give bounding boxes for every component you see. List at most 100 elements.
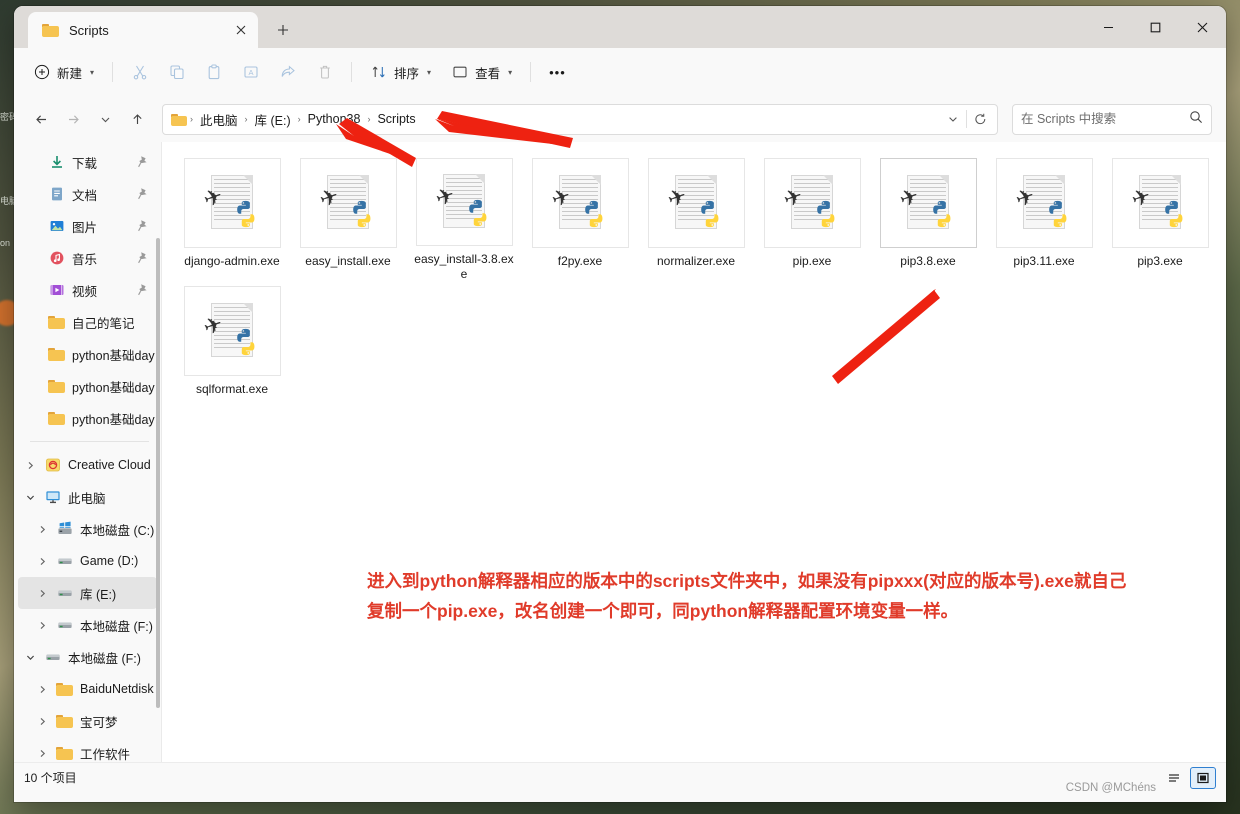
- view-button[interactable]: 查看 ▾: [442, 56, 521, 88]
- sort-button[interactable]: 排序 ▾: [361, 56, 440, 88]
- sidebar-tree-item[interactable]: 库 (E:): [18, 577, 157, 609]
- file-name: pip3.11.exe: [992, 254, 1096, 269]
- sidebar-item-label: 音乐: [72, 249, 97, 268]
- paste-button[interactable]: [196, 56, 231, 88]
- delete-icon: [316, 64, 333, 81]
- cut-button[interactable]: [122, 56, 157, 88]
- sidebar-quick-item[interactable]: 音乐: [18, 242, 157, 274]
- sidebar-scrollbar[interactable]: [156, 238, 160, 708]
- sidebar-item-label: python基础day: [72, 345, 155, 364]
- new-tab-button[interactable]: [268, 15, 298, 45]
- file-item[interactable]: ✈pip3.11.exe: [986, 154, 1102, 282]
- sidebar-quick-item[interactable]: 下载: [18, 146, 157, 178]
- file-name: pip.exe: [760, 254, 864, 269]
- breadcrumb-item-2[interactable]: Python38: [302, 109, 367, 129]
- search-input[interactable]: [1021, 112, 1189, 126]
- sidebar-tree-item[interactable]: 此电脑: [18, 481, 157, 513]
- breadcrumb-item-1[interactable]: 库 (E:): [249, 107, 297, 132]
- breadcrumb-dropdown-icon[interactable]: [940, 106, 966, 133]
- expander-icon[interactable]: [36, 525, 49, 534]
- python-exe-icon: ✈: [781, 173, 843, 233]
- pin-icon[interactable]: [137, 155, 149, 168]
- expander-icon[interactable]: [36, 589, 49, 598]
- sidebar-item-label: 库 (E:): [80, 584, 116, 603]
- search-box[interactable]: [1012, 104, 1212, 135]
- more-options-button[interactable]: •••: [540, 56, 575, 88]
- python-exe-icon: ✈: [897, 173, 959, 233]
- delete-button[interactable]: [307, 56, 342, 88]
- file-item[interactable]: ✈easy_install.exe: [290, 154, 406, 282]
- new-button[interactable]: 新建 ▾: [24, 56, 103, 88]
- folder-icon: [171, 113, 187, 126]
- pin-icon[interactable]: [137, 251, 149, 264]
- pin-icon[interactable]: [137, 187, 149, 200]
- file-list-area[interactable]: ✈django-admin.exe✈easy_install.exe✈easy_…: [162, 142, 1226, 762]
- chevron-down-icon: ▾: [508, 68, 512, 77]
- pin-icon[interactable]: [137, 283, 149, 296]
- expander-icon[interactable]: [36, 717, 49, 726]
- video-icon: [48, 282, 65, 299]
- watermark: CSDN @MChéns: [1066, 782, 1156, 794]
- search-icon[interactable]: [1189, 110, 1203, 129]
- sidebar-tree-item[interactable]: 宝可梦: [18, 705, 157, 737]
- forward-button[interactable]: [58, 104, 88, 134]
- folder-icon: [56, 713, 73, 730]
- folder-icon: [48, 410, 65, 427]
- tab-scripts[interactable]: Scripts: [28, 12, 258, 48]
- python-exe-icon: ✈: [549, 173, 611, 233]
- expander-icon[interactable]: [36, 685, 49, 694]
- breadcrumb[interactable]: › 此电脑 › 库 (E:) › Python38 › Scripts: [162, 104, 998, 135]
- file-item[interactable]: ✈f2py.exe: [522, 154, 638, 282]
- file-item[interactable]: ✈django-admin.exe: [174, 154, 290, 282]
- file-item[interactable]: ✈pip3.exe: [1102, 154, 1218, 282]
- file-item[interactable]: ✈sqlformat.exe: [174, 282, 290, 410]
- expander-icon[interactable]: [24, 653, 37, 662]
- large-icons-view-icon[interactable]: [1190, 767, 1216, 789]
- svg-text:A: A: [248, 68, 253, 77]
- sidebar-tree-item[interactable]: 本地磁盘 (F:): [18, 609, 157, 641]
- sidebar-quick-item[interactable]: 图片: [18, 210, 157, 242]
- minimize-button[interactable]: [1085, 6, 1132, 48]
- sidebar-tree-item[interactable]: Game (D:): [18, 545, 157, 577]
- share-button[interactable]: [270, 56, 305, 88]
- file-item[interactable]: ✈pip3.8.exe: [870, 154, 986, 282]
- refresh-icon[interactable]: [967, 106, 993, 133]
- list-view-icon[interactable]: [1161, 767, 1187, 789]
- back-button[interactable]: [26, 104, 56, 134]
- sidebar-tree-item[interactable]: 本地磁盘 (C:): [18, 513, 157, 545]
- folder-icon: [48, 346, 65, 363]
- breadcrumb-item-0[interactable]: 此电脑: [194, 107, 244, 132]
- maximize-button[interactable]: [1132, 6, 1179, 48]
- close-tab-icon[interactable]: [230, 19, 252, 41]
- sidebar-tree-item[interactable]: 本地磁盘 (F:): [18, 641, 157, 673]
- rename-button[interactable]: A: [233, 56, 268, 88]
- sidebar-quick-item[interactable]: 自己的笔记: [18, 306, 157, 338]
- recent-locations-button[interactable]: [90, 104, 120, 134]
- sidebar-item-label: 文档: [72, 185, 97, 204]
- expander-icon[interactable]: [24, 461, 37, 470]
- expander-icon[interactable]: [36, 749, 49, 758]
- close-window-button[interactable]: [1179, 6, 1226, 48]
- file-item[interactable]: ✈normalizer.exe: [638, 154, 754, 282]
- pin-icon[interactable]: [137, 219, 149, 232]
- view-icon: [451, 64, 468, 81]
- file-item[interactable]: ✈ pip.exe: [754, 154, 870, 282]
- file-explorer-window: Scripts 新建 ▾: [14, 6, 1226, 802]
- sidebar-quick-item[interactable]: python基础day: [18, 338, 157, 370]
- sidebar-item-label: 视频: [72, 281, 97, 300]
- expander-icon[interactable]: [24, 493, 37, 502]
- sidebar-tree-item[interactable]: 工作软件: [18, 737, 157, 762]
- sidebar-quick-item[interactable]: 文档: [18, 178, 157, 210]
- sidebar-tree-item[interactable]: Creative Cloud: [18, 449, 157, 481]
- expander-icon[interactable]: [36, 557, 49, 566]
- file-item[interactable]: ✈easy_install-3.8.exe: [406, 154, 522, 282]
- sidebar-tree-item[interactable]: BaiduNetdisk: [18, 673, 157, 705]
- breadcrumb-item-3[interactable]: Scripts: [371, 109, 421, 129]
- up-button[interactable]: [122, 104, 152, 134]
- sidebar-quick-item[interactable]: python基础day: [18, 370, 157, 402]
- python-exe-icon: ✈: [433, 172, 495, 232]
- copy-button[interactable]: [159, 56, 194, 88]
- sidebar-quick-item[interactable]: 视频: [18, 274, 157, 306]
- sidebar-quick-item[interactable]: python基础day: [18, 402, 157, 434]
- expander-icon[interactable]: [36, 621, 49, 630]
